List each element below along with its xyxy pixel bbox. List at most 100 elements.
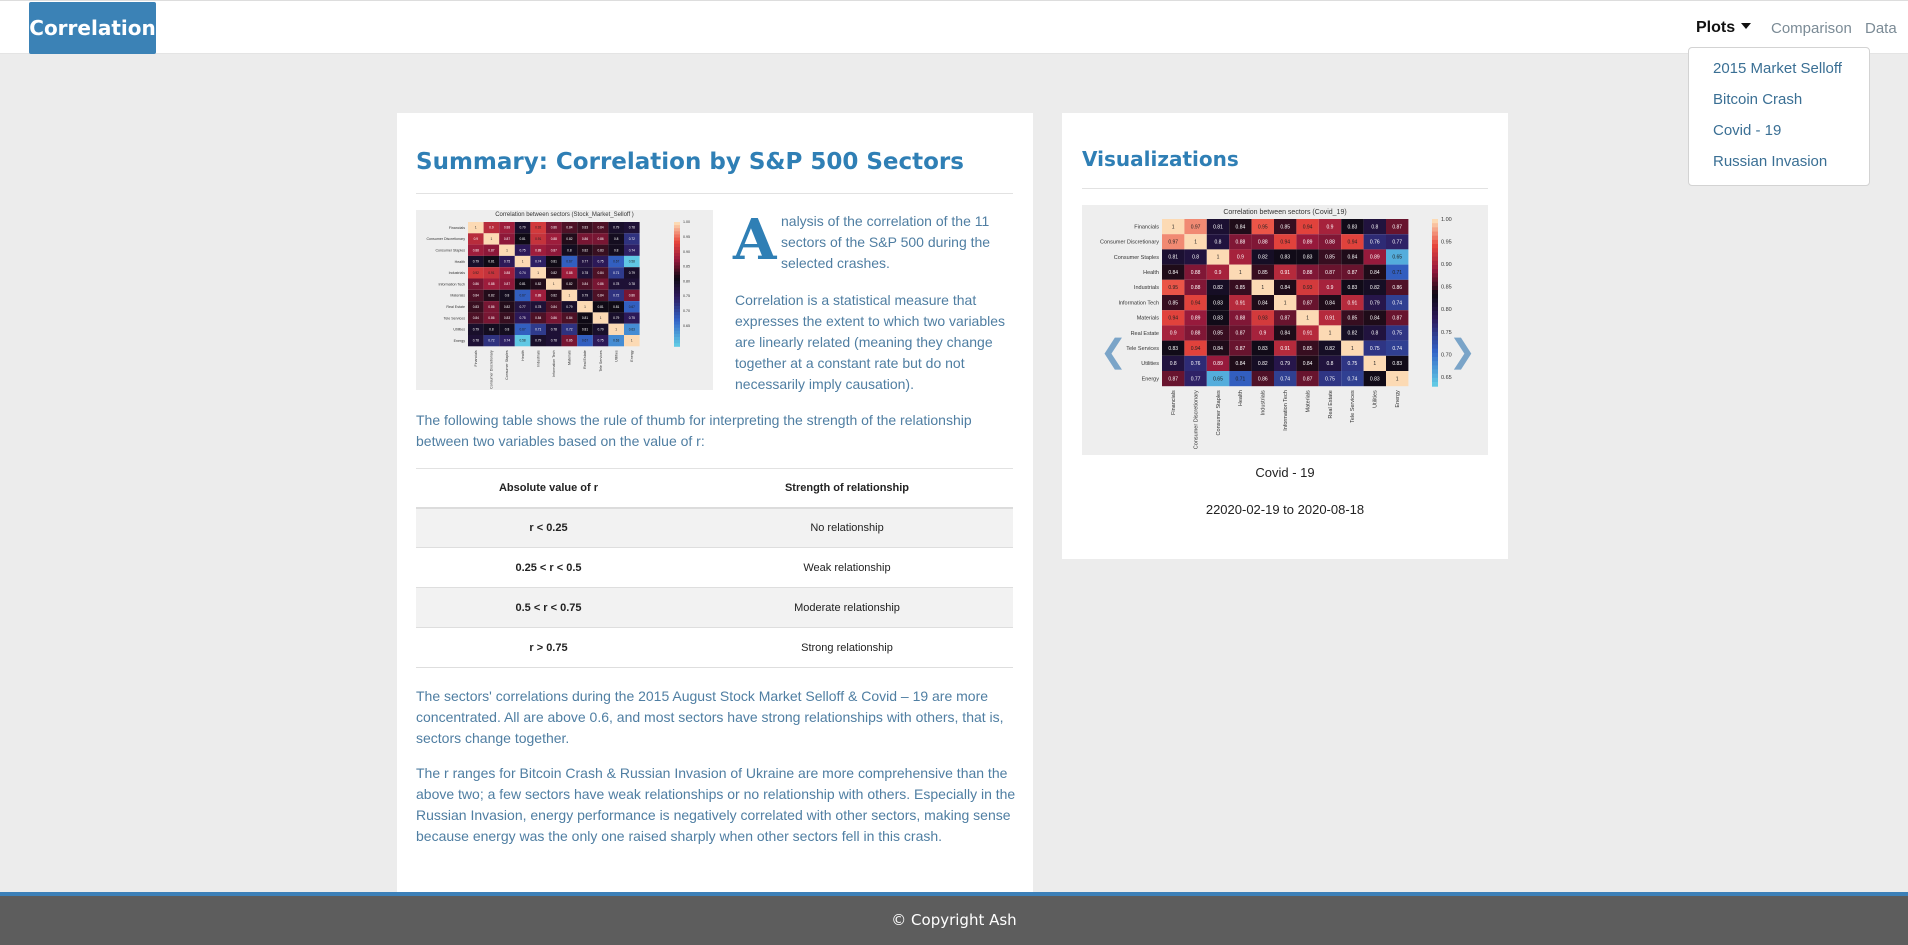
nav-comparison[interactable]: Comparison	[1771, 20, 1852, 37]
table-cell-r: 0.25 < r < 0.5	[416, 547, 681, 588]
heatmap-value-label: 0.84	[566, 316, 572, 320]
colorbar-segment	[674, 259, 680, 263]
colorbar-segment	[1432, 294, 1438, 299]
heatmap-value-label: 0.94	[1280, 239, 1290, 245]
heatmap-value-label: 0.8	[489, 327, 494, 331]
heatmap-value-label: 0.71	[535, 327, 541, 331]
colorbar-segment	[674, 281, 680, 285]
heatmap-value-label: 0.83	[1303, 255, 1313, 261]
heatmap-col-label: Real Estate	[1328, 390, 1334, 418]
colorbar-segment	[674, 277, 680, 282]
colorbar-tick-label: 0.80	[1441, 307, 1452, 313]
heatmap-value-label: 0.87	[504, 282, 510, 286]
heatmap-value-label: 0.97	[1191, 224, 1201, 230]
colorbar-segment	[674, 290, 680, 294]
table-row: 0.25 < r < 0.5 Weak relationship	[416, 547, 1013, 588]
colorbar-segment	[1432, 361, 1438, 366]
heatmap-value-label: 0.88	[535, 294, 541, 298]
heatmap-value-label: 0.79	[1370, 300, 1380, 306]
heatmap-value-label: 0.93	[1303, 285, 1313, 291]
heatmap-value-label: 0.84	[1280, 331, 1290, 337]
carousel-prev-icon[interactable]: ❮	[1100, 332, 1127, 370]
colorbar-segment	[1432, 260, 1438, 266]
heatmap-col-label: Health	[1238, 390, 1244, 406]
heatmap-value-label: 0.81	[1213, 224, 1223, 230]
heatmap-row-label: Health	[1143, 270, 1159, 276]
carousel-next-icon[interactable]: ❯	[1449, 332, 1476, 370]
heatmap-row-label: Materials	[450, 294, 465, 298]
table-row: r > 0.75 Strong relationship	[416, 627, 1013, 668]
colorbar-segment	[674, 253, 680, 257]
colorbar-segment	[1432, 365, 1438, 370]
heatmap-value-label: 0.78	[535, 305, 541, 309]
heatmap-value-label: 0.87	[1392, 224, 1402, 230]
heatmap-value-label: 0.81	[613, 305, 619, 309]
heatmap-value-label: 0.89	[1213, 361, 1223, 367]
colorbar-segment	[1432, 302, 1438, 308]
colorbar-segment	[674, 222, 680, 226]
colorbar-segment	[1432, 336, 1438, 341]
title-divider	[416, 193, 1013, 194]
heatmap-row-label: Information Tech	[1118, 300, 1159, 306]
heatmap-value-label: 0.77	[519, 305, 525, 309]
colorbar-tick-label: 0.75	[683, 294, 690, 298]
heatmap-col-label: Industrials	[1261, 390, 1267, 415]
heatmap-value-label: 0.79	[582, 294, 588, 298]
heatmap-value-label: 0.86	[1392, 285, 1402, 291]
heatmap-value-label: 0.94	[1168, 315, 1178, 321]
dropdown-item-2015-market-selloff[interactable]: 2015 Market Selloff	[1689, 60, 1869, 91]
carousel-caption-dates: 22020-02-19 to 2020-08-18	[1205, 502, 1365, 517]
heatmap-row-label: Materials	[1137, 316, 1160, 322]
thumb-heatmap-svg: Financials Financials 1 0.9 0.88 0.79 0.92 0.86…	[426, 220, 690, 389]
heatmap-value-label: 0.95	[1258, 224, 1268, 230]
heatmap-row-label: Information Tech	[438, 282, 465, 286]
heatmap-value-label: 0.94	[1303, 224, 1313, 230]
colorbar-segment	[1432, 231, 1438, 237]
nav-data[interactable]: Data	[1865, 20, 1897, 37]
brand-logo[interactable]: Correlation	[29, 2, 156, 54]
heatmap-value-label: 0.65	[1213, 376, 1223, 382]
heatmap-value-label: 0.84	[1280, 285, 1290, 291]
heatmap-value-label: 0.81	[551, 260, 557, 264]
colorbar-segment	[674, 231, 680, 235]
heatmap-value-label: 0.84	[1236, 224, 1246, 230]
heatmap-row-label: Industrials	[449, 271, 466, 275]
heatmap-value-label: 0.84	[535, 316, 541, 320]
colorbar-tick-label: 0.65	[683, 324, 690, 328]
heatmap-col-label: Health	[521, 350, 525, 360]
heatmap-value-label: 0.91	[1348, 300, 1358, 306]
nav-plots-dropdown[interactable]: Plots	[1696, 19, 1752, 37]
heatmap-col-label: Financials	[474, 350, 478, 366]
colorbar-segment	[674, 309, 680, 313]
heatmap-value-label: 0.81	[582, 327, 588, 331]
heatmap-value-label: 0.76	[1370, 239, 1380, 245]
colorbar-segment	[1432, 340, 1438, 345]
heatmap-value-label: 0.74	[1392, 346, 1402, 352]
heatmap-value-label: 0.86	[629, 294, 635, 298]
colorbar-segment	[674, 271, 680, 276]
heatmap-value-label: 0.8	[505, 294, 510, 298]
heatmap-value-label: 0.75	[519, 248, 525, 252]
heatmap-value-label: 0.88	[473, 248, 479, 252]
heatmap-value-label: 0.86	[551, 226, 557, 230]
heatmap-value-label: 0.84	[1168, 270, 1178, 276]
heatmap-value-label: 0.87	[1236, 346, 1246, 352]
heatmap-value-label: 0.84	[582, 282, 588, 286]
dropdown-item-russian-invasion[interactable]: Russian Invasion	[1689, 153, 1869, 184]
heatmap-value-label: 0.83	[1280, 255, 1290, 261]
dropdown-item-bitcoin-crash[interactable]: Bitcoin Crash	[1689, 91, 1869, 122]
heatmap-value-label: 0.75	[597, 260, 603, 264]
heatmap-value-label: 1	[569, 294, 571, 298]
heatmap-value-label: 0.94	[1191, 300, 1201, 306]
heatmap-value-label: 0.97	[1168, 239, 1178, 245]
heatmap-value-label: 0.82	[535, 282, 541, 286]
dropdown-item-covid-19[interactable]: Covid - 19	[1689, 122, 1869, 153]
colorbar-segment	[674, 340, 680, 344]
heatmap-value-label: 0.85	[1213, 331, 1223, 337]
heatmap-value-label: 0.67	[519, 327, 525, 331]
heatmap-value-label: 0.78	[629, 282, 635, 286]
heatmap-value-label: 0.94	[1348, 239, 1358, 245]
heatmap-value-label: 1	[1239, 270, 1242, 276]
heatmap-value-label: 1	[1351, 346, 1354, 352]
heatmap-value-label: 0.8	[1371, 331, 1378, 337]
